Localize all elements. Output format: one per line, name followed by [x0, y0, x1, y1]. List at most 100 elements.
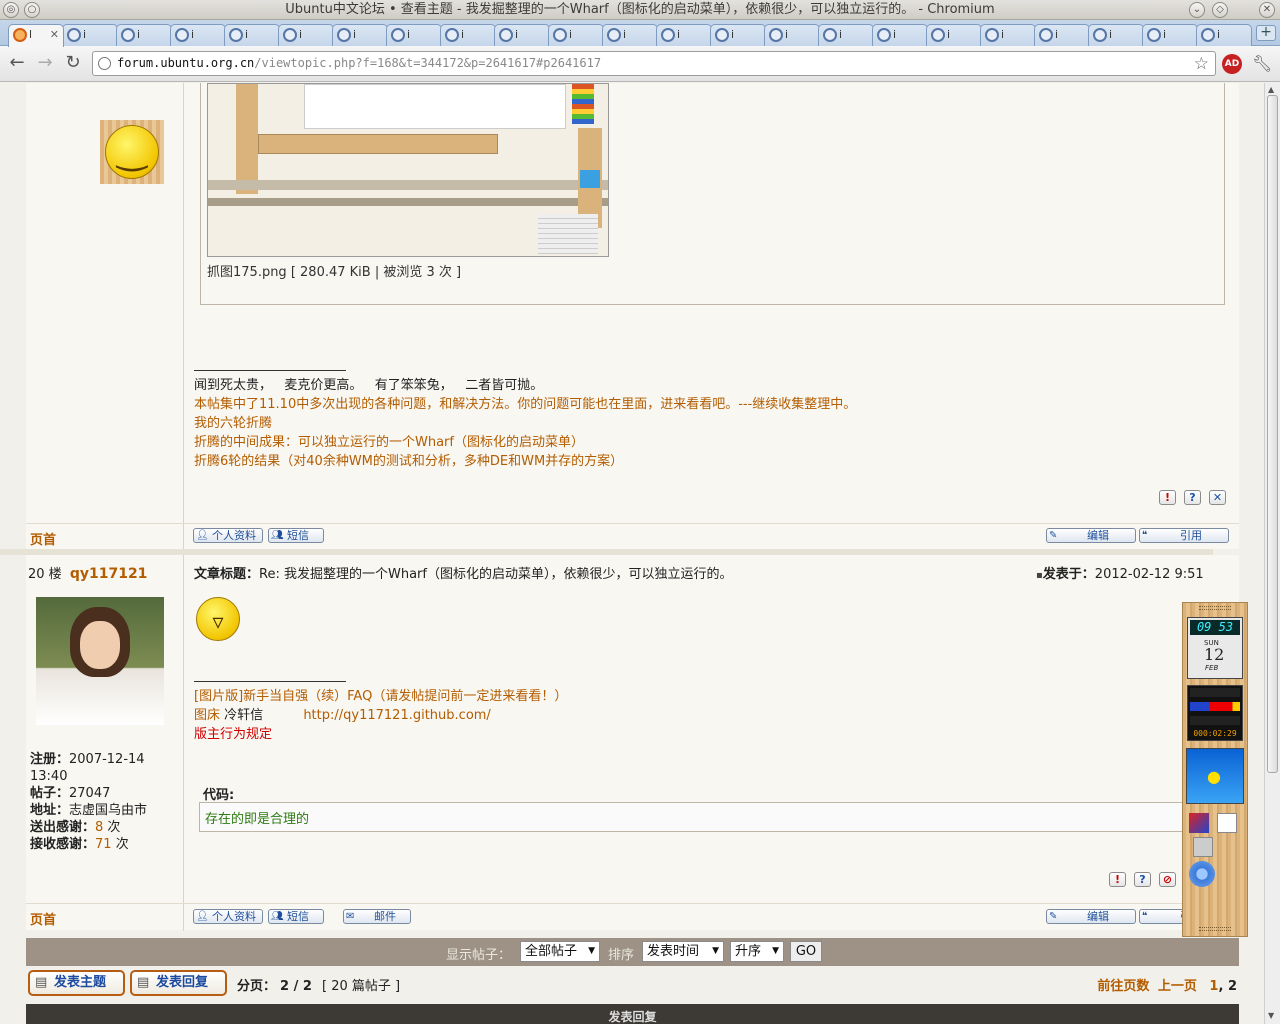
scrollbar-thumb[interactable] [1267, 95, 1278, 773]
image-viewer-icon[interactable] [1189, 813, 1209, 833]
dock-duck-app[interactable]: ● [1186, 748, 1244, 804]
tab[interactable]: i [764, 24, 820, 46]
dock-grip[interactable] [1199, 606, 1231, 610]
pencil-icon: ✎ [1049, 530, 1058, 541]
tab[interactable]: i [656, 24, 712, 46]
window-close-icon[interactable]: ✕ [1259, 2, 1275, 18]
post-2-top-link[interactable]: 页首 [30, 909, 56, 928]
tab[interactable]: i [170, 24, 226, 46]
bookmark-star-icon[interactable]: ☆ [1194, 53, 1209, 76]
post-1-pm-button[interactable]: 👥︎ 短信 [268, 528, 324, 543]
report-icon[interactable]: ! [1159, 490, 1176, 505]
code-content: 存在的即是合理的 [205, 812, 310, 827]
reload-icon[interactable]: ↻ [62, 52, 84, 74]
go-button[interactable]: GO [790, 941, 822, 962]
post-1-profile-button[interactable]: 👤︎ 个人资料 [193, 528, 263, 543]
dock-grip-bottom[interactable] [1199, 927, 1231, 931]
post-count: 27047 [69, 786, 111, 801]
post-1-edit-button[interactable]: ✎ 编辑 [1046, 528, 1136, 543]
chromium-icon[interactable] [1189, 861, 1215, 887]
tab-strip: l ✕ i i i i i i i i i i i i i i i i i i i i i i + [0, 20, 1280, 47]
page-info: 分页： 2 / 2 [ 20 篇帖子 ] [237, 979, 401, 994]
tab[interactable]: i [116, 24, 172, 46]
tab[interactable]: i [1142, 24, 1198, 46]
page-scrollbar[interactable]: ▲ ▼ [1264, 83, 1280, 1024]
goto-page-link[interactable]: 前往页数 [1097, 979, 1149, 994]
tab[interactable]: i [818, 24, 874, 46]
tab-close-icon[interactable]: ✕ [50, 25, 59, 45]
new-tab-button[interactable]: + [1256, 25, 1276, 41]
tab[interactable]: i [548, 24, 604, 46]
window-shade-icon[interactable]: ○ [24, 2, 40, 18]
window-maximize-icon[interactable]: ◇ [1212, 2, 1228, 18]
tab[interactable]: i [62, 24, 118, 46]
signature-faq-link[interactable]: [图片版]新手当自强（续）FAQ（请发帖提问前一定进来看看！） [194, 687, 1094, 706]
sort-by-select[interactable]: 发表时间 ▼ [642, 941, 724, 962]
post-author[interactable]: qy117121 [70, 566, 148, 582]
attachment-screenshot[interactable] [207, 83, 609, 257]
prev-page-link[interactable]: 上一页 [1158, 979, 1197, 994]
info-icon[interactable]: ? [1184, 490, 1201, 505]
notes-icon[interactable] [1217, 813, 1237, 833]
adblock-icon[interactable]: AD [1222, 54, 1242, 74]
thanks-received-count[interactable]: 71 [95, 837, 112, 852]
forward-arrow-icon[interactable]: → [34, 52, 56, 74]
dropdown-caret-icon: ▼ [712, 946, 719, 956]
post-2-edit-button[interactable]: ✎ 编辑 [1046, 909, 1136, 924]
signature-host-label[interactable]: 图床 [194, 708, 220, 723]
post-2-email-button[interactable]: ✉ 邮件 [343, 909, 411, 924]
ban-icon[interactable]: ⊘ [1159, 872, 1176, 887]
window-menu-icon[interactable]: ◎ [3, 2, 19, 18]
tab[interactable]: i [1196, 24, 1252, 46]
scroll-down-icon[interactable]: ▼ [1268, 1011, 1274, 1020]
post-2-profile: 20 楼 qy117121 注册：2007-12-14 13:40 帖子：270… [26, 555, 184, 903]
quote-icon: ❝ [1142, 530, 1148, 541]
page-info-icon[interactable] [98, 57, 111, 70]
tab[interactable]: i [926, 24, 982, 46]
post-1-quote-button[interactable]: ❝ 引用 [1139, 528, 1229, 543]
tab[interactable]: i [386, 24, 442, 46]
sort-order-select[interactable]: 升序 ▼ [730, 941, 784, 962]
calculator-icon[interactable] [1193, 837, 1213, 857]
tab[interactable]: i [980, 24, 1036, 46]
dock-clock[interactable]: 09 53 SUN 12 FEB [1187, 617, 1243, 679]
tab[interactable]: i [602, 24, 658, 46]
dock-monitor[interactable]: 000:02:29 [1187, 685, 1243, 741]
wrench-menu-icon[interactable]: 🔧︎ [1252, 54, 1272, 74]
back-arrow-icon[interactable]: ← [6, 52, 28, 74]
globe-favicon-icon [337, 28, 351, 42]
clock-time: 09 53 [1190, 620, 1240, 635]
post-2-profile-button[interactable]: 👤︎ 个人资料 [193, 909, 263, 924]
tab[interactable]: i [332, 24, 388, 46]
window-minimize-icon[interactable]: ⌄ [1189, 2, 1205, 18]
info-icon[interactable]: ? [1134, 872, 1151, 887]
address-bar[interactable]: forum.ubuntu.org.cn/viewtopic.php?f=168&… [92, 51, 1216, 76]
post-1-top-link[interactable]: 页首 [30, 529, 56, 548]
scroll-up-icon[interactable]: ▲ [1268, 85, 1274, 94]
signature-host-url[interactable]: http://qy117121.github.com/ [303, 708, 491, 723]
tab[interactable]: i [1088, 24, 1144, 46]
tab[interactable]: i [224, 24, 280, 46]
post-reply-button[interactable]: ▤ 发表回复 [130, 970, 227, 996]
tab-label: i [893, 28, 897, 41]
tab[interactable]: i [1034, 24, 1090, 46]
show-posts-select[interactable]: 全部帖子 ▼ [520, 941, 600, 962]
report-icon[interactable]: ! [1109, 872, 1126, 887]
uptime-timer: 000:02:29 [1193, 729, 1237, 738]
tab-active[interactable]: l ✕ [8, 24, 64, 47]
signature-link-issues[interactable]: 本帖集中了11.10中多次出现的各种问题，和解决方法。你的问题可能也在里面，进来… [194, 395, 1094, 414]
signature-link-six-rounds[interactable]: 我的六轮折腾 [194, 414, 1094, 433]
tab[interactable]: i [440, 24, 496, 46]
globe-favicon-icon [1147, 28, 1161, 42]
signature-link-wharf[interactable]: 折腾的中间成果：可以独立运行的一个Wharf（图标化的启动菜单） [194, 433, 1094, 452]
post-2-pm-button[interactable]: 👥︎ 短信 [268, 909, 324, 924]
delete-icon[interactable]: ✕ [1209, 490, 1226, 505]
new-topic-button[interactable]: ▤ 发表主题 [28, 970, 125, 996]
signature-rules-link[interactable]: 版主行为规定 [194, 725, 1094, 744]
tab[interactable]: i [494, 24, 550, 46]
tab[interactable]: i [278, 24, 334, 46]
signature-link-wm-test[interactable]: 折腾6轮的结果（对40余种WM的测试和分析，多种DE和WM并存的方案） [194, 452, 1094, 471]
tab[interactable]: i [710, 24, 766, 46]
tab[interactable]: i [872, 24, 928, 46]
avatar: ‿ [100, 120, 164, 184]
